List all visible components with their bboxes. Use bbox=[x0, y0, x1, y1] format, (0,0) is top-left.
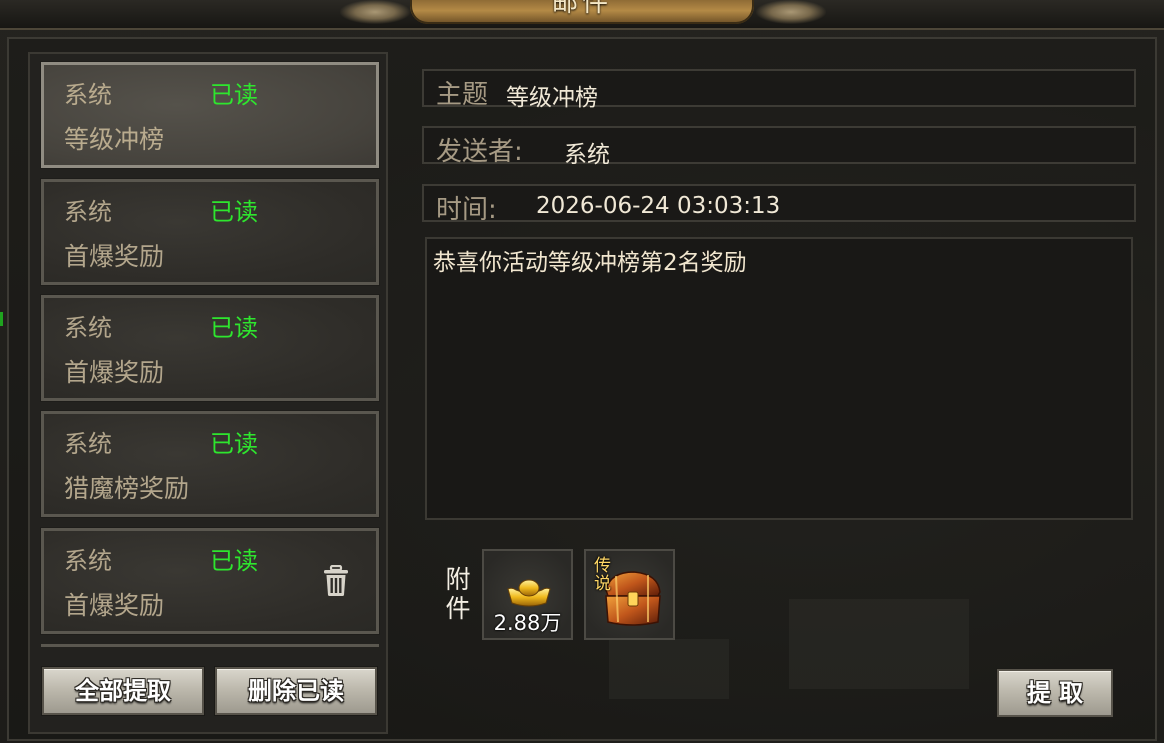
mail-window: 邮件 系统 已读 等级冲榜 系统 已读 首爆奖励 系统 已读 首爆奖励 系统 已… bbox=[0, 0, 1164, 743]
mail-item[interactable]: 系统 已读 首爆奖励 bbox=[40, 527, 380, 635]
mail-item[interactable]: 系统 已读 等级冲榜 bbox=[40, 61, 380, 169]
gold-ingot-icon bbox=[507, 579, 551, 607]
mail-status: 已读 bbox=[210, 314, 258, 342]
mail-body: 恭喜你活动等级冲榜第2名奖励 bbox=[425, 237, 1133, 520]
title-plate: 邮件 bbox=[410, 0, 754, 24]
sender-value: 系统 bbox=[564, 142, 610, 168]
background-scenery bbox=[789, 599, 969, 689]
title-ornament-right bbox=[756, 0, 826, 24]
mail-item[interactable]: 系统 已读 猎魔榜奖励 bbox=[40, 410, 380, 518]
title-ornament-left bbox=[340, 0, 410, 24]
background-scenery bbox=[609, 639, 729, 699]
mail-status: 已读 bbox=[210, 547, 258, 575]
subject-value: 等级冲榜 bbox=[506, 85, 598, 111]
mail-subject: 首爆奖励 bbox=[64, 358, 165, 387]
subject-label: 主题 bbox=[436, 80, 489, 110]
sender-label: 发送者: bbox=[436, 137, 523, 167]
subject-field: 主题 等级冲榜 bbox=[422, 69, 1136, 111]
mail-body-text: 恭喜你活动等级冲榜第2名奖励 bbox=[433, 250, 747, 276]
attachments-label: 附件 bbox=[445, 565, 471, 623]
mail-item[interactable]: 系统 已读 首爆奖励 bbox=[40, 294, 380, 402]
window-title: 邮件 bbox=[551, 0, 612, 18]
sender-field: 发送者: 系统 bbox=[422, 126, 1136, 168]
delete-read-button[interactable]: 删除已读 bbox=[215, 667, 377, 715]
trash-icon[interactable] bbox=[323, 565, 349, 597]
mail-subject: 首爆奖励 bbox=[64, 591, 165, 620]
legendary-tag: 传说 bbox=[594, 556, 611, 594]
mail-sender: 系统 bbox=[64, 198, 112, 226]
mail-subject: 首爆奖励 bbox=[64, 242, 165, 271]
mail-item[interactable]: 系统 已读 首爆奖励 bbox=[40, 178, 380, 286]
mail-list-next-item bbox=[41, 644, 379, 650]
claim-all-button[interactable]: 全部提取 bbox=[42, 667, 204, 715]
mail-status: 已读 bbox=[210, 198, 258, 226]
mail-subject: 等级冲榜 bbox=[64, 125, 165, 154]
mail-sender: 系统 bbox=[64, 547, 112, 575]
edge-marker bbox=[0, 312, 3, 326]
attachment-slot[interactable]: 2.88万 bbox=[482, 549, 573, 640]
title-bar: 邮件 bbox=[0, 0, 1164, 30]
claim-button[interactable]: 提 取 bbox=[997, 669, 1113, 717]
mail-sender: 系统 bbox=[64, 81, 112, 109]
attachment-quantity: 2.88万 bbox=[493, 611, 562, 635]
mail-sender: 系统 bbox=[64, 430, 112, 458]
time-field: 时间: 2026-06-24 03:03:13 bbox=[422, 184, 1136, 225]
mail-sender: 系统 bbox=[64, 314, 112, 342]
time-value: 2026-06-24 03:03:13 bbox=[536, 193, 781, 219]
attachment-slot[interactable]: 传说 bbox=[584, 549, 675, 640]
mail-subject: 猎魔榜奖励 bbox=[64, 474, 190, 503]
time-label: 时间: bbox=[436, 195, 497, 225]
mail-status: 已读 bbox=[210, 81, 258, 109]
mail-status: 已读 bbox=[210, 430, 258, 458]
